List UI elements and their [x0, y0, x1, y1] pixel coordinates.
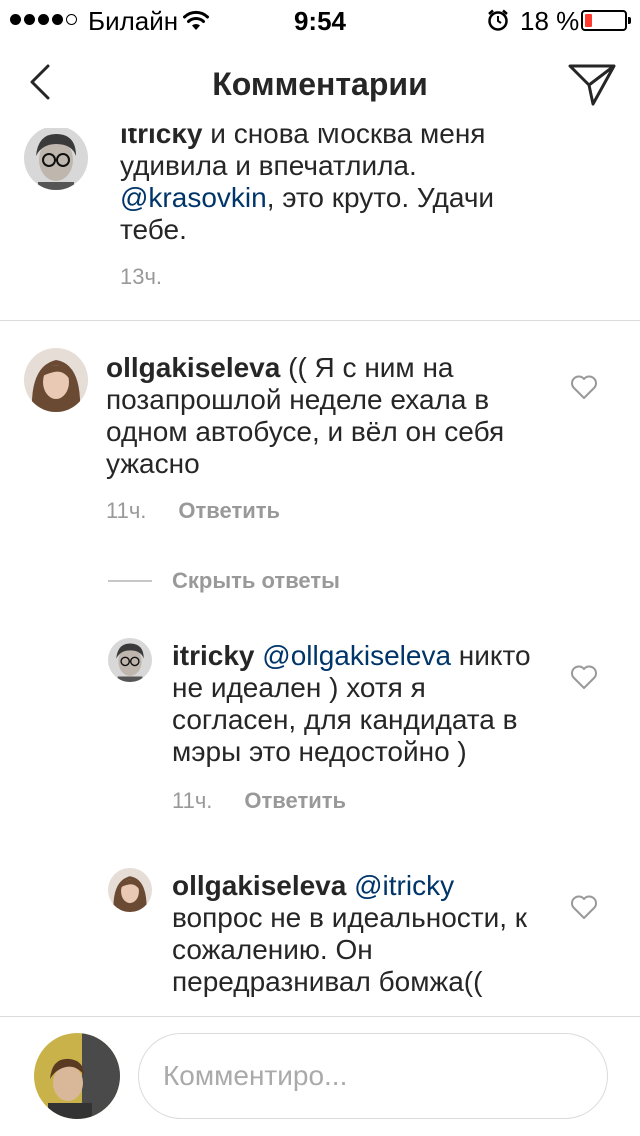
current-user-avatar	[34, 1033, 120, 1119]
hide-replies-line	[108, 580, 152, 582]
comment-text: ollgakiseleva (( Я с ним на позапрошлой …	[106, 352, 505, 479]
reply-time: 11ч.	[172, 788, 213, 813]
reply-button[interactable]: Ответить	[178, 498, 280, 523]
reply-meta: 11ч. Ответить	[172, 788, 346, 814]
comment-list[interactable]: itricky и снова Москва меня удивила и вп…	[0, 128, 640, 1016]
avatar-photo	[24, 128, 88, 190]
avatar-photo	[108, 638, 152, 682]
username[interactable]: ollgakiseleva	[172, 870, 346, 901]
mention-link[interactable]: @ollgakiseleva	[262, 640, 451, 671]
avatar-photo	[24, 348, 88, 412]
paper-plane-icon[interactable]	[566, 58, 618, 110]
mention-link[interactable]: @itricky	[354, 870, 454, 901]
heart-icon[interactable]	[570, 374, 598, 400]
heart-icon[interactable]	[570, 894, 598, 920]
reply-text: itricky @ollgakiseleva никто не идеален …	[172, 640, 531, 767]
comment-meta: 11ч. Ответить	[106, 498, 280, 524]
comment-composer: Комментиро...	[0, 1016, 640, 1136]
alarm-icon	[488, 9, 508, 31]
avatar-photo	[34, 1033, 120, 1119]
comment-meta: 13ч.	[120, 264, 162, 290]
avatar-photo	[108, 868, 152, 912]
comment-time: 11ч.	[106, 498, 147, 523]
comment-text: itricky и снова Москва меня удивила и вп…	[120, 128, 520, 246]
reply-button[interactable]: Ответить	[244, 788, 346, 813]
battery-percent: 18 %	[520, 6, 580, 36]
comment-input[interactable]: Комментиро...	[138, 1033, 608, 1119]
page-title: Комментарии	[212, 66, 428, 102]
reply-text: ollgakiseleva @itricky вопрос не в идеал…	[172, 870, 528, 997]
username[interactable]: ollgakiseleva	[106, 352, 280, 383]
username[interactable]: itricky	[120, 128, 203, 149]
heart-icon[interactable]	[570, 664, 598, 690]
username[interactable]: itricky	[172, 640, 255, 671]
navigation-bar: Комментарии	[0, 40, 640, 128]
divider	[0, 320, 640, 321]
comment-time: 13ч.	[120, 264, 163, 289]
battery-icon	[581, 10, 631, 31]
hide-replies-button[interactable]: Скрыть ответы	[172, 568, 340, 594]
avatar[interactable]	[24, 128, 88, 190]
mention-link[interactable]: @krasovkin	[120, 182, 267, 213]
avatar[interactable]	[108, 638, 152, 682]
avatar[interactable]	[24, 348, 88, 412]
avatar[interactable]	[108, 868, 152, 912]
comment-input-placeholder: Комментиро...	[163, 1060, 348, 1091]
status-bar: Билайн 9:54 18 %	[0, 0, 640, 40]
